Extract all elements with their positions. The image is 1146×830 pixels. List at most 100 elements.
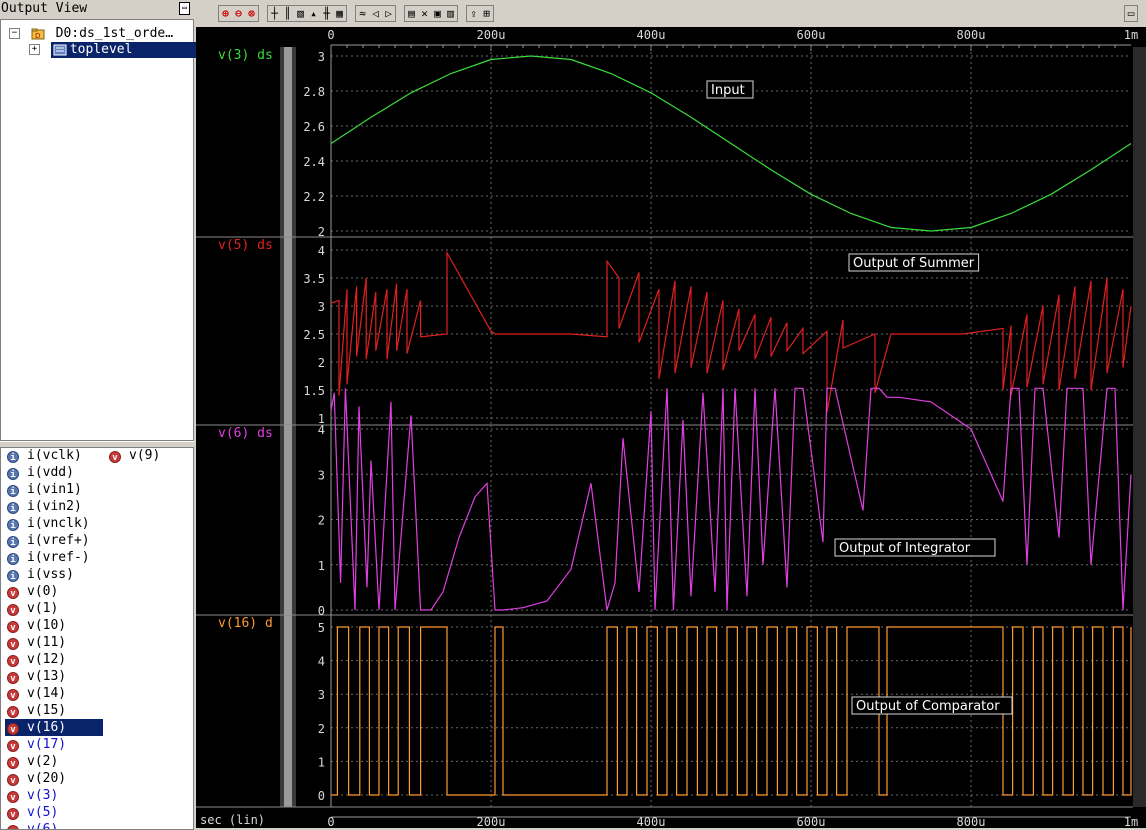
zoom-fit-icon[interactable]: ⊗ <box>245 6 258 22</box>
signal-label: v(16) <box>27 720 67 735</box>
voltage-probe-icon: v <box>7 774 19 786</box>
voltage-probe-icon: v <box>7 757 19 769</box>
tree-child-label: toplevel <box>69 42 133 57</box>
signal-item[interactable]: v v(3) <box>7 787 58 804</box>
signal-item[interactable]: i i(vin2) <box>7 498 82 515</box>
x-tick-label-bottom: 200u <box>477 815 506 828</box>
y-tick-label: 2.5 <box>303 328 325 342</box>
signal-label: v(6) <box>27 822 59 830</box>
signal-item[interactable]: v v(2) <box>7 753 58 770</box>
signal-item[interactable]: i i(vref+) <box>7 532 90 549</box>
zoom-out-icon[interactable]: ⊖ <box>232 6 245 22</box>
grid-icon[interactable]: ▦ <box>333 6 346 22</box>
maximize-icon[interactable]: ▭ <box>1124 5 1138 22</box>
panel-signal-label: v(3) ds <box>218 48 273 63</box>
signal-item[interactable]: v v(10) <box>7 617 66 634</box>
tree-root-row[interactable]: − D D0:ds_1st_orde… <box>9 26 173 42</box>
signal-label: i(vref-) <box>27 550 90 565</box>
signal-label: i(vin2) <box>27 499 82 514</box>
fit-window-icon[interactable]: ⊞ <box>480 6 493 22</box>
annotation-text: Output of Integrator <box>839 541 971 556</box>
signal-label: v(15) <box>27 703 67 718</box>
tree-child-selected[interactable]: toplevel <box>50 42 198 58</box>
marker-icon[interactable]: ▧ <box>294 6 307 22</box>
delta-icon[interactable]: ▴ <box>307 6 320 22</box>
x-tick-label-bottom: 0 <box>327 815 334 828</box>
y-tick-label: 3 <box>318 50 325 64</box>
layout-icon[interactable]: ▣ <box>431 6 444 22</box>
module-icon <box>53 44 67 55</box>
voltage-probe-icon: v <box>7 723 19 735</box>
toolbar-group: ⊕ ⊖ ⊗ <box>218 5 259 22</box>
signal-item[interactable]: v v(20) <box>7 770 66 787</box>
current-probe-icon: i <box>7 553 19 565</box>
waveform-plot-area[interactable]: 00200u200u400u400u600u600u800u800u1m1mse… <box>196 27 1146 828</box>
signal-item[interactable]: v v(12) <box>7 651 66 668</box>
panel-signal-label: v(6) ds <box>218 426 273 441</box>
signal-item[interactable]: i i(vref-) <box>7 549 90 566</box>
zoom-in-icon[interactable]: ⊕ <box>219 6 232 22</box>
svg-text:D: D <box>35 32 40 40</box>
signal-label: i(vclk) <box>27 448 82 463</box>
signal-label: i(vss) <box>27 567 74 582</box>
signal-item[interactable]: i i(vclk) <box>7 448 82 464</box>
measure-icon[interactable]: ║ <box>281 6 294 22</box>
signal-list: i i(vclk) i i(vdd) i i(vin1) i i(vin2) i i(vnclk)… <box>0 447 194 830</box>
signal-item[interactable]: v v(0) <box>7 583 58 600</box>
signal-item[interactable]: vv(6) <box>7 821 59 830</box>
signal-item[interactable]: v v(5) <box>7 804 58 821</box>
signal-item[interactable]: v v(13) <box>7 668 66 685</box>
x-tick-label-bottom: 400u <box>637 815 666 828</box>
cursor-icon[interactable]: ┼ <box>268 6 281 22</box>
x-tick-label-bottom: 1m <box>1124 815 1138 828</box>
signal-item[interactable]: i i(vdd) <box>7 464 74 481</box>
signal-item[interactable]: v v(9) <box>109 448 160 464</box>
y-tick-label: 1.5 <box>303 384 325 398</box>
signal-item[interactable]: v v(14) <box>7 685 66 702</box>
x-unit-label: sec (lin) <box>200 813 265 827</box>
current-probe-icon: i <box>7 519 19 531</box>
x-tick-label-top: 200u <box>477 28 506 42</box>
signal-item[interactable]: i i(vnclk) <box>7 515 90 532</box>
current-probe-icon: i <box>7 536 19 548</box>
probe-icon[interactable]: ╫ <box>320 6 333 22</box>
wave-icon[interactable]: ≈ <box>356 6 369 22</box>
print-icon[interactable]: ▤ <box>405 6 418 22</box>
y-tick-label: 4 <box>318 423 325 437</box>
waveform-viewer: ⊕ ⊖ ⊗ ┼ ║ ▧ ▴ ╫ ▦ ≈ ◁ ▷ ▤ ✕ ▣ ▥ ⇪ ⊞ ▭ 0 0 200u 200u 400u 400u 60… <box>196 0 1146 828</box>
signal-item[interactable]: v v(16) <box>5 719 103 736</box>
tree-child-row[interactable]: + toplevel <box>29 42 198 58</box>
signal-item[interactable]: v v(15) <box>7 702 66 719</box>
y-tick-label: 3.5 <box>303 272 325 286</box>
export-icon[interactable]: ⇪ <box>467 6 480 22</box>
pin-icon[interactable]: ▭ <box>179 2 190 15</box>
voltage-probe-icon: v <box>7 621 19 633</box>
signal-label: v(3) <box>27 788 59 803</box>
signal-label: i(vnclk) <box>27 516 90 531</box>
voltage-probe-icon: v <box>7 587 19 599</box>
current-probe-icon: i <box>7 570 19 582</box>
left-arrow-icon[interactable]: ◁ <box>369 6 382 22</box>
voltage-probe-icon: v <box>7 791 19 803</box>
toolbar-group: ⇪ ⊞ <box>466 5 494 22</box>
signal-item[interactable]: v v(11) <box>7 634 66 651</box>
expand-icon[interactable]: + <box>29 44 40 55</box>
right-scrollbar[interactable] <box>1133 47 1146 807</box>
signal-item[interactable]: i i(vss) <box>7 566 74 583</box>
right-arrow-icon[interactable]: ▷ <box>382 6 395 22</box>
x-tick-label-top: 0 <box>327 28 334 42</box>
signal-item[interactable]: v v(1) <box>7 600 58 617</box>
x-tick-label-top: 800u <box>957 28 986 42</box>
delete-icon[interactable]: ✕ <box>418 6 431 22</box>
signal-item[interactable]: v v(17) <box>7 736 66 753</box>
signal-label: v(11) <box>27 635 67 650</box>
panel-signal-label: v(16) d <box>218 616 273 631</box>
split-icon[interactable]: ▥ <box>444 6 457 22</box>
annotation-text: Output of Summer <box>853 256 975 271</box>
y-tick-label: 1 <box>318 755 325 769</box>
voltage-probe-icon: v <box>7 604 19 616</box>
panel-resize-bar[interactable] <box>284 47 292 807</box>
collapse-icon[interactable]: − <box>9 28 20 39</box>
current-probe-icon: i <box>7 451 19 463</box>
signal-item[interactable]: i i(vin1) <box>7 481 82 498</box>
